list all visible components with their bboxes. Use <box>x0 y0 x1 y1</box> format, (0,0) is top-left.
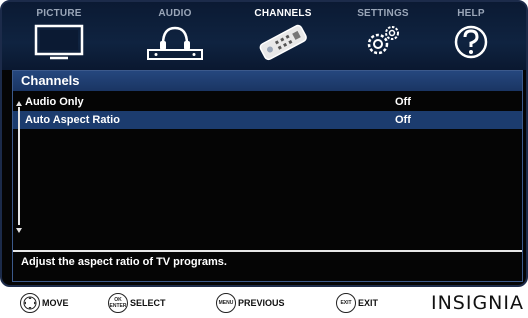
menu-tab-bar: PICTURE AUDIO CHANNELS SETTINGS HELP <box>2 2 526 70</box>
tab-channels-label: CHANNELS <box>254 8 312 19</box>
headphones-icon <box>147 26 203 60</box>
hint-label: PREVIOUS <box>238 298 285 308</box>
setting-value: Off <box>395 114 411 126</box>
hint-exit: EXIT EXIT <box>336 293 378 313</box>
brand-logo: INSIGNIA <box>430 292 524 314</box>
setting-row-auto-aspect-ratio[interactable]: Auto Aspect Ratio Off <box>13 111 522 129</box>
help-icon <box>454 25 488 59</box>
scroll-down-arrow-icon[interactable] <box>16 228 22 233</box>
scrollbar[interactable] <box>16 101 22 233</box>
setting-label: Audio Only <box>25 96 84 108</box>
help-text: Adjust the aspect ratio of TV programs. <box>21 256 227 268</box>
hint-label: MOVE <box>42 298 69 308</box>
scroll-up-arrow-icon[interactable] <box>16 101 22 106</box>
setting-label: Auto Aspect Ratio <box>25 114 120 126</box>
gears-icon <box>367 26 399 55</box>
exit-button-icon: EXIT <box>336 293 356 313</box>
hint-select: OK ENTER SELECT <box>108 293 166 313</box>
button-hint-bar: MOVE OK ENTER SELECT MENU PREVIOUS EXIT … <box>0 287 528 318</box>
hint-previous: MENU PREVIOUS <box>216 293 285 313</box>
tab-help[interactable]: HELP <box>428 8 514 68</box>
ok-enter-button-icon: OK ENTER <box>108 293 128 313</box>
tv-icon <box>34 24 84 60</box>
tab-picture[interactable]: PICTURE <box>16 8 102 68</box>
hint-label: SELECT <box>130 298 166 308</box>
panel-title: Channels <box>13 71 522 91</box>
tab-audio[interactable]: AUDIO <box>132 8 218 68</box>
tab-picture-label: PICTURE <box>36 8 82 19</box>
dpad-icon <box>20 293 40 313</box>
tv-menu-screen: PICTURE AUDIO CHANNELS SETTINGS HELP Cha… <box>0 0 528 287</box>
hint-label: EXIT <box>358 298 379 308</box>
settings-list: Audio Only Off Auto Aspect Ratio Off <box>13 93 522 129</box>
divider <box>13 250 522 252</box>
tab-settings-label: SETTINGS <box>357 8 409 19</box>
scrollbar-track <box>18 107 20 225</box>
setting-row-audio-only[interactable]: Audio Only Off <box>13 93 522 111</box>
setting-value: Off <box>395 96 411 108</box>
tab-channels[interactable]: CHANNELS <box>240 8 326 68</box>
tab-settings[interactable]: SETTINGS <box>340 8 426 68</box>
tab-audio-label: AUDIO <box>158 8 192 19</box>
tab-help-label: HELP <box>457 8 485 19</box>
menu-button-icon: MENU <box>216 293 236 313</box>
remote-icon <box>259 24 307 61</box>
hint-move: MOVE <box>20 293 69 313</box>
channels-panel: Channels Audio Only Off Auto Aspect Rati… <box>12 70 523 282</box>
